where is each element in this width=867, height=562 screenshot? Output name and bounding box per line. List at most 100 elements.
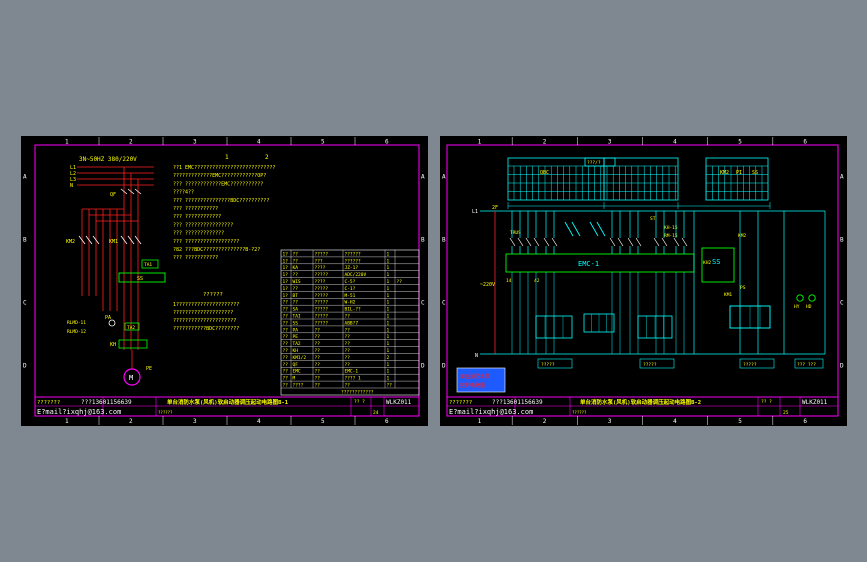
table-cell: ?? [345,355,351,361]
phase-n: N [70,183,73,189]
table-cell: ?? [283,383,289,389]
table-cell: 2 [387,355,390,361]
blue-switches[interactable] [564,221,606,237]
table-cell: ADC/220V [345,272,367,278]
table-cell: 1 [387,362,390,368]
table-cell: ???? [315,265,326,271]
drawing-sheet-2[interactable]: 1 1 2 2 3 3 4 4 5 5 6 6 A A B B C C D D ???/? QBC KM2 PI SS [440,136,847,426]
table-cell: 1 [387,272,390,278]
notes-header-1: 1 [225,154,229,161]
zone-row-left: C [23,300,27,307]
table-cell: 1 [387,286,390,292]
zone-row-right: D [840,363,844,370]
label-hd: HD [806,304,812,310]
label-rlmd11: RLMD-11 [67,320,86,326]
table-cell: 1? [283,251,289,257]
zone-col-top: 5 [738,139,742,146]
zone-col-top: 6 [803,139,807,146]
small-left: ?????? [572,410,587,415]
ammeter-pa[interactable] [108,319,116,327]
table-cell: 1 [387,348,390,354]
terminal-strip[interactable] [507,157,769,201]
lamp-hy[interactable] [796,294,804,302]
contact-switch [617,237,624,247]
label-km2-r: KM2 [738,233,746,239]
table-cell: C-1? [345,286,356,292]
table-cell: ?? [283,314,289,320]
contact-switch [635,237,642,247]
mid-notes-block: 1???????????????????????????????????????… [173,302,239,332]
parts-table: 1?????????????? 11???????????? 11? KA???? JZ… [280,249,420,396]
table-cell: ?? [345,362,351,368]
small-mid: ?? ? [354,399,365,405]
table-cell: 1 [387,369,390,375]
label-kh2: KH2 [703,260,711,266]
small-mid: ?? ? [761,399,772,405]
table-cell: ?? [315,362,321,368]
table-cell: ?? [345,383,351,389]
table-cell: ?? [345,327,351,333]
table-cell: ?? [315,341,321,347]
table-cell: ????? [315,314,329,320]
note-line: ??? ???????????? [173,214,221,220]
contact-switch [517,237,524,247]
table-cell: ?? [345,314,351,320]
mid-note-line: 1????????????????????? [173,302,239,308]
table-cell: 1 [387,258,390,264]
zone-col-top: 4 [673,139,677,146]
table-cell: 1? [283,272,289,278]
table-cell: SA [293,307,299,313]
cad-canvas[interactable]: 112233445566AABBCCDD 3N~50HZ 380/220V L1… [0,0,867,562]
zone-row-right: D [421,363,425,370]
label-14: 14 [506,278,512,284]
zone-row-left: B [442,237,446,244]
zone-col-top: 1 [478,139,482,146]
table-cell: 1 [387,341,390,347]
label-km2: KM2 [66,239,75,245]
zone-col-top: 2 [129,139,133,146]
table-cell: ?? [283,320,289,326]
zone-col-bottom: 3 [193,418,197,425]
zone-col-top: 4 [257,139,261,146]
bottom-box-label-4: ??? ??? [797,362,816,368]
note-line: ??? ???????????????BDC?????????? [173,198,269,204]
right-wiring [693,211,826,354]
note-line: ??1 EMC??????????????????????????? [173,165,275,171]
table-cell: ?? [283,376,289,382]
zone-col-top: 6 [385,139,389,146]
table-cell: ???? [293,383,304,389]
zone-col-bottom: 6 [385,418,389,425]
table-cell: ?? [315,355,321,361]
zone-row-right: C [421,300,425,307]
zone-col-top: 5 [321,139,325,146]
note-line: ??? ???????????????? [173,222,233,228]
lower-relays[interactable] [535,305,771,339]
emc-controller[interactable] [505,253,695,273]
contact-switch [533,237,540,247]
lamp-hd[interactable] [808,294,816,302]
table-cell: ?? [293,300,299,306]
label-ta2: TA2 [127,325,135,331]
table-cell: 1? [283,286,289,292]
contact-switch [509,237,516,247]
zone-row-right: A [421,174,425,181]
zone-row-right: B [421,237,425,244]
label-ss: SS [137,276,143,282]
zone-col-bottom: 1 [65,418,69,425]
contact-switch [653,237,660,247]
page-number: 25 [783,410,789,416]
table-cell: ?? [345,334,351,340]
supply-label: 3N~50HZ 380/220V [79,156,137,163]
label-220v: ~220V [480,282,495,288]
email-label: E?mail?ixqhj@163.com [449,408,533,416]
contact-switch [627,237,634,247]
thermal-relay-kh[interactable] [118,339,148,349]
drawing-sheet-1[interactable]: 112233445566AABBCCDD 3N~50HZ 380/220V L1… [21,136,428,426]
table-cell: 1 [387,307,390,313]
table-cell: ?????? [345,251,362,257]
table-cell: W-H2 [345,300,356,306]
zone-row-left: D [442,363,446,370]
note-line: ??? ????????????EMC??????????? [173,181,263,187]
table-cell: ?? [315,383,321,389]
table-cell: 1? [283,293,289,299]
